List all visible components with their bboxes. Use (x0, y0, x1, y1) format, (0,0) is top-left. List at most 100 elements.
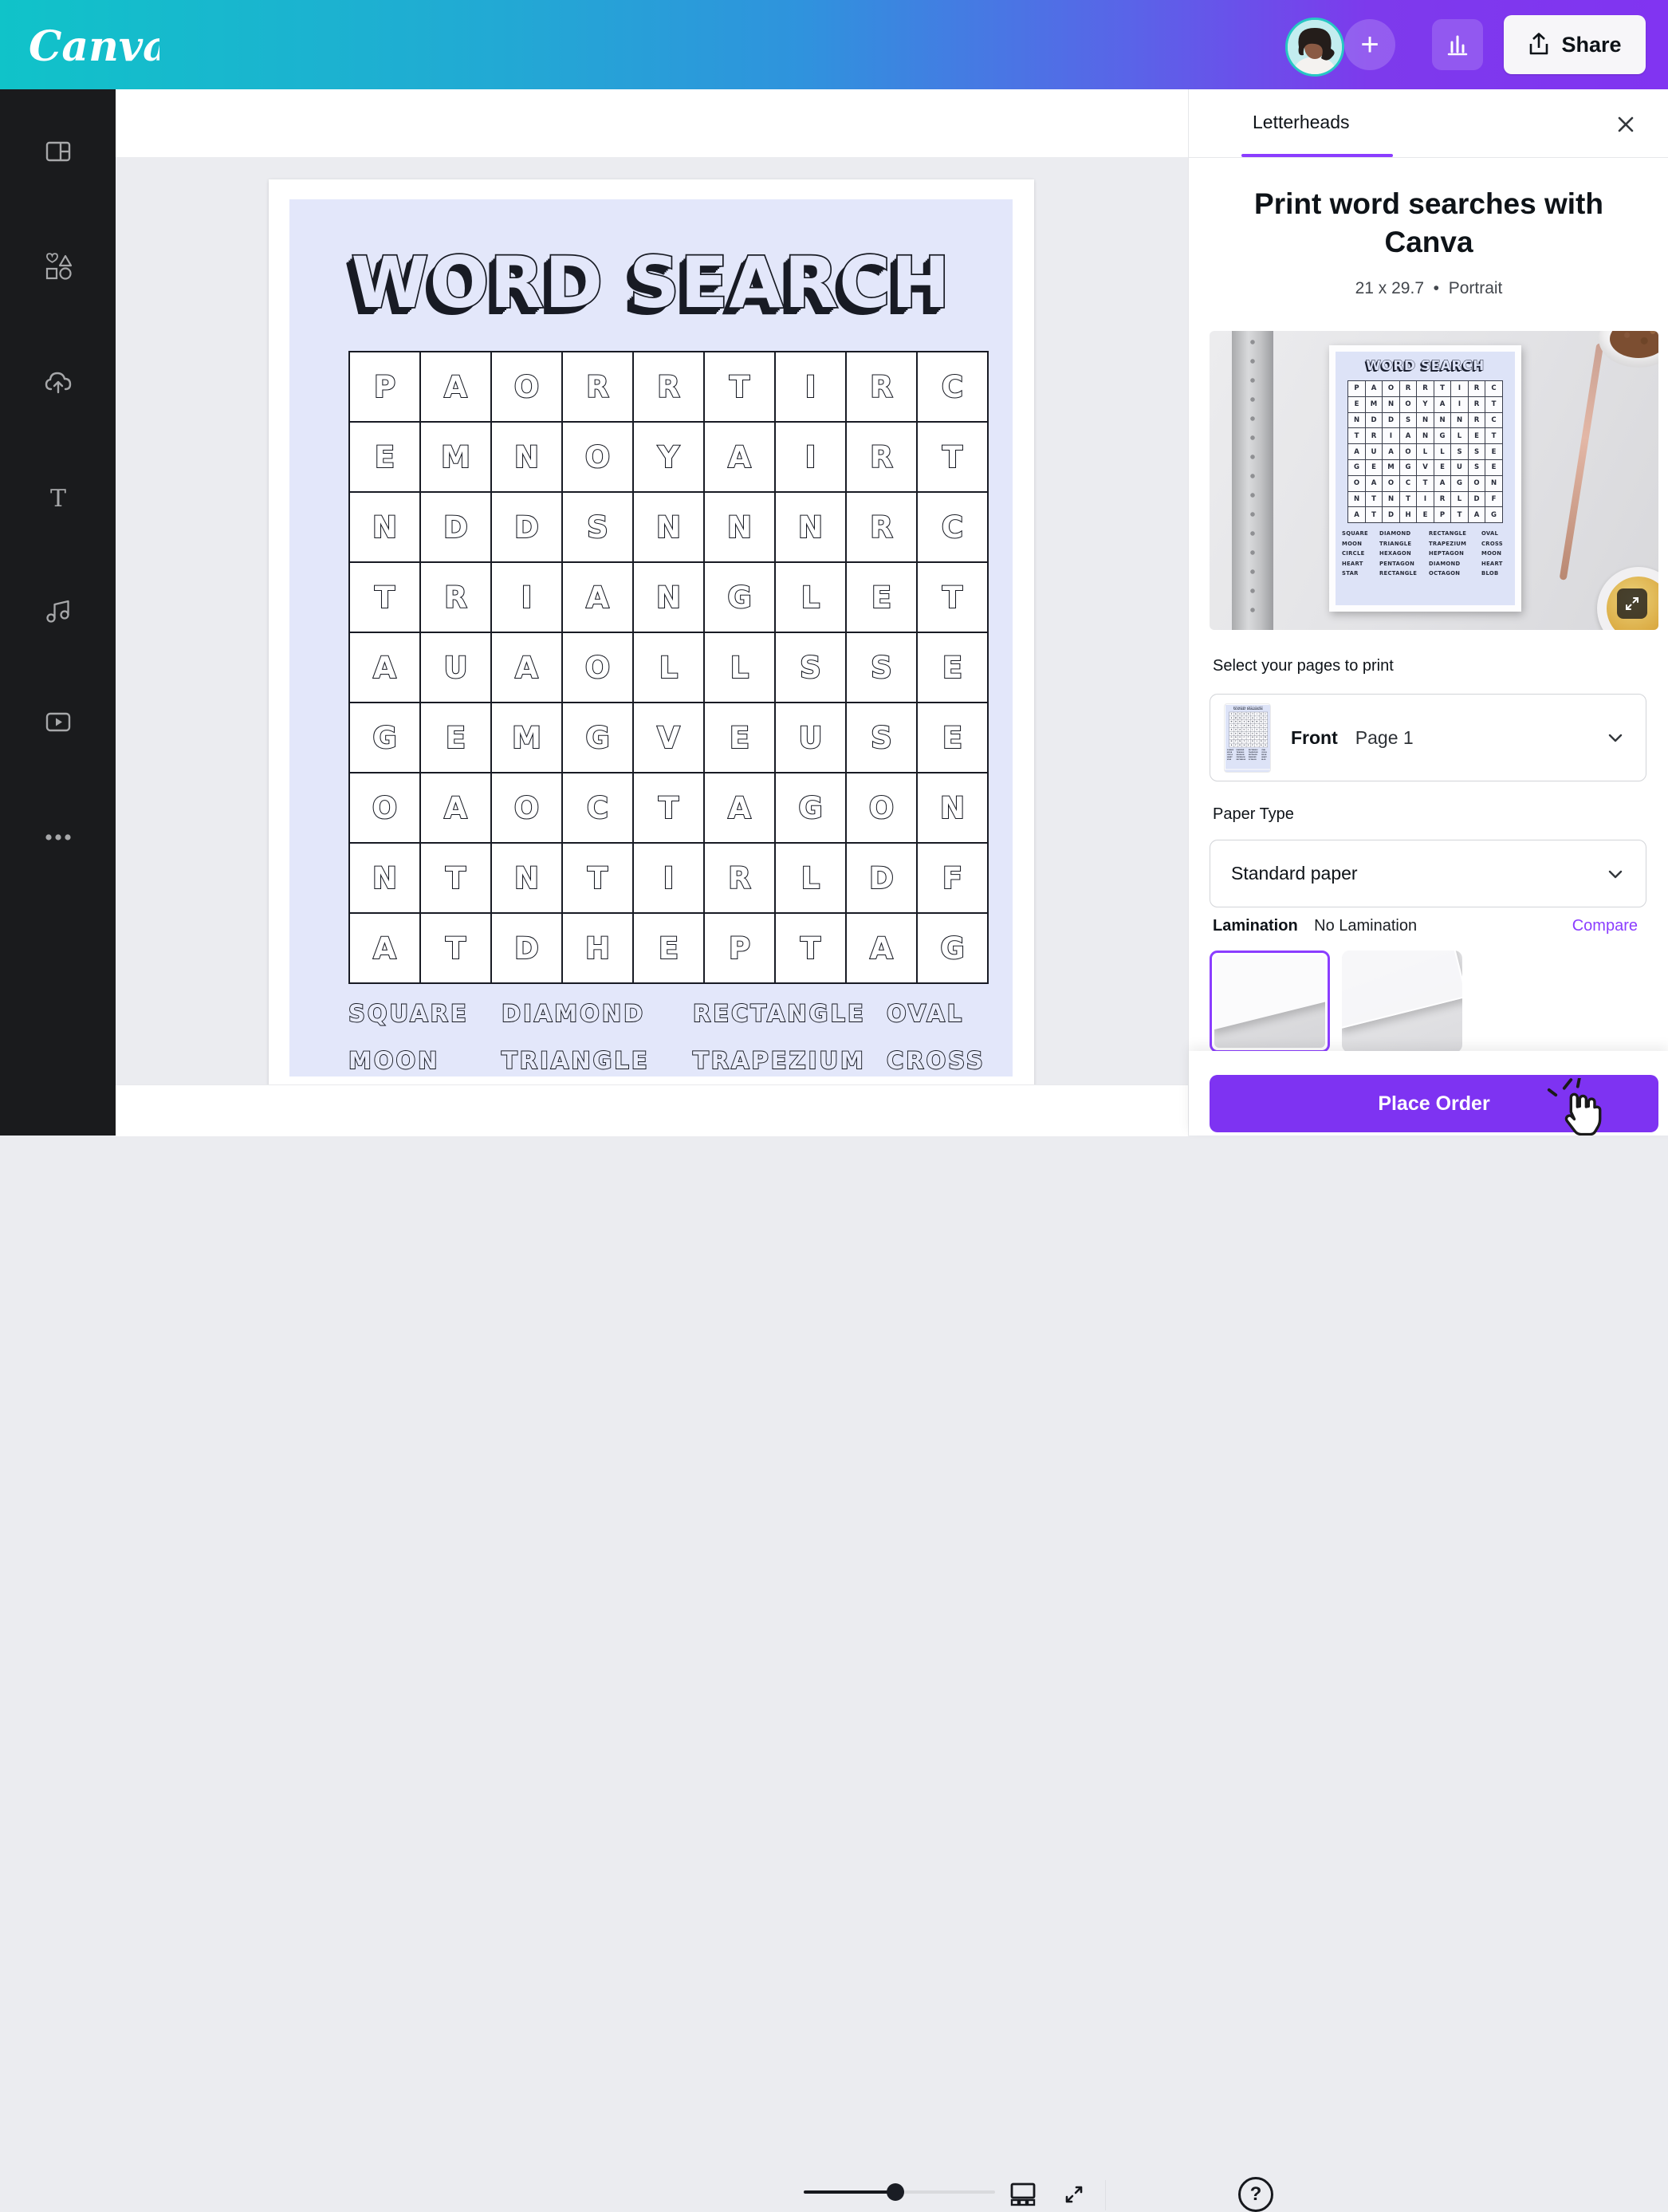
grid-cell: A (562, 562, 633, 632)
compare-link[interactable]: Compare (1572, 917, 1638, 935)
grid-cell: F (1263, 739, 1267, 743)
grid-cell: D (1365, 412, 1383, 428)
grid-cell: E (1417, 507, 1434, 523)
laminated-sheet-image (1342, 951, 1462, 1029)
design-page[interactable]: WORD SEARCH PAORRTIRCEMNOYAIRTNDDSNNNRCT… (269, 179, 1034, 1084)
word-list-item: CROSS (1481, 541, 1509, 547)
puzzle-title[interactable]: WORD SEARCH (289, 242, 1013, 324)
grid-cell: R (1468, 412, 1485, 428)
grid-cell: I (775, 352, 846, 422)
grid-cell: E (704, 703, 775, 773)
expand-icon (1623, 595, 1641, 612)
word-list-item: PENTAGON (1379, 561, 1429, 567)
word-list-item: MOON (1342, 541, 1379, 547)
word-list-item: TRAPEZIUM (1429, 541, 1481, 547)
grid-cell: H (562, 913, 633, 983)
canva-logo[interactable]: Canva (24, 14, 159, 78)
grid-cell: M (1383, 459, 1400, 475)
grid-cell: N (1348, 491, 1366, 507)
grid-cell: A (704, 773, 775, 843)
lamination-option-none-selected[interactable] (1210, 951, 1330, 1053)
create-new-button[interactable]: + (1344, 19, 1395, 70)
grid-cell: T (349, 562, 420, 632)
grid-cell: C (917, 492, 988, 562)
sidebar-item-videos[interactable] (41, 704, 76, 739)
grid-cell: R (1468, 396, 1485, 412)
grid-cell: O (491, 352, 562, 422)
word-list-item: HEART (1342, 561, 1379, 567)
grid-cell: T (1263, 723, 1267, 727)
word-list-item: DIAMOND (1379, 530, 1429, 537)
sidebar-item-audio[interactable] (41, 592, 76, 628)
grid-cell: T (1485, 428, 1503, 444)
grid-cell: O (562, 632, 633, 703)
grid-cell: D (491, 913, 562, 983)
pages-view-button[interactable] (1005, 2177, 1041, 2212)
place-order-button[interactable]: Place Order (1210, 1075, 1658, 1132)
avatar[interactable] (1285, 18, 1344, 77)
pages-dropdown[interactable]: WORD SEARCH PAORRTIRCEMNOYAIRTNDDSNNNRCT… (1210, 694, 1646, 781)
grid-cell: D (491, 492, 562, 562)
word-list-item: SQUARE (348, 1000, 502, 1027)
grid-cell: G (1434, 428, 1451, 444)
help-button[interactable]: ? (1238, 2177, 1273, 2212)
grid-cell: T (1451, 507, 1469, 523)
word-list[interactable]: SQUAREDIAMONDRECTANGLEOVALMOONTRIANGLETR… (348, 1000, 985, 1074)
grid-cell: T (562, 843, 633, 913)
tab-letterheads[interactable]: Letterheads (1253, 112, 1349, 133)
close-panel-button[interactable] (1611, 110, 1640, 139)
insights-button[interactable] (1432, 19, 1483, 70)
word-list-item: RECTANGLE (1249, 749, 1261, 750)
grid-cell: T (917, 562, 988, 632)
pen-photo-prop (1560, 343, 1604, 581)
word-list-item: MOON (1227, 751, 1237, 753)
grid-cell: G (1348, 459, 1366, 475)
pages-select-label: Select your pages to print (1213, 657, 1394, 675)
grid-cell: L (1417, 444, 1434, 460)
print-preview-photo[interactable]: WORD SEARCH PAORRTIRCEMNOYAIRTNDDSNNNRCT… (1210, 331, 1658, 630)
grid-cell: E (633, 913, 704, 983)
word-list-item: HEART (1227, 756, 1237, 758)
sidebar-item-uploads[interactable] (41, 365, 76, 400)
grid-cell: F (1485, 491, 1503, 507)
fullscreen-button[interactable] (1056, 2177, 1092, 2212)
word-list-item: TRIANGLE (1237, 751, 1249, 753)
share-button[interactable]: Share (1504, 15, 1646, 74)
lamination-option-laminated[interactable] (1342, 951, 1462, 1053)
grid-cell: O (846, 773, 917, 843)
grid-cell: S (562, 492, 633, 562)
word-list-item: OCTAGON (1249, 758, 1261, 760)
grid-cell: R (846, 422, 917, 492)
grid-cell: C (1263, 719, 1267, 723)
word-list-item: HEART (1261, 756, 1269, 758)
word-search-grid[interactable]: PAORRTIRCEMNOYAIRTNDDSNNNRCTRIANGLETAUAO… (348, 351, 989, 984)
zoom-slider-handle[interactable] (887, 2183, 904, 2201)
grid-cell: U (1365, 444, 1383, 460)
grid-cell: C (917, 352, 988, 422)
preview-expand-button[interactable] (1617, 588, 1647, 619)
sidebar-item-templates[interactable] (41, 134, 76, 169)
sidebar-item-more[interactable] (41, 820, 76, 855)
pages-value: Page 1 (1355, 727, 1414, 749)
grid-cell: S (1468, 459, 1485, 475)
grid-cell: E (1365, 459, 1383, 475)
grid-cell: G (1451, 475, 1469, 491)
paper-type-dropdown[interactable]: Standard paper (1210, 840, 1646, 907)
word-list-item: OCTAGON (1429, 570, 1481, 577)
zoom-slider[interactable] (804, 2183, 995, 2201)
word-list-item: DIAMOND (1429, 561, 1481, 567)
sidebar-item-text[interactable]: T (41, 481, 76, 516)
grid-cell: E (1468, 428, 1485, 444)
panel-header: Letterheads (1189, 89, 1668, 158)
sidebar-item-elements[interactable] (41, 250, 76, 285)
grid-cell: A (1434, 475, 1451, 491)
grid-cell: A (846, 913, 917, 983)
grid-cell: A (420, 773, 491, 843)
grid-cell: D (1383, 412, 1400, 428)
word-list-item: DIAMOND (1237, 749, 1249, 750)
grid-cell: T (420, 913, 491, 983)
grid-cell: P (349, 352, 420, 422)
grid-cell: A (1365, 475, 1383, 491)
paper-type-value: Standard paper (1231, 863, 1358, 884)
word-list-item: HEXAGON (1237, 754, 1249, 755)
